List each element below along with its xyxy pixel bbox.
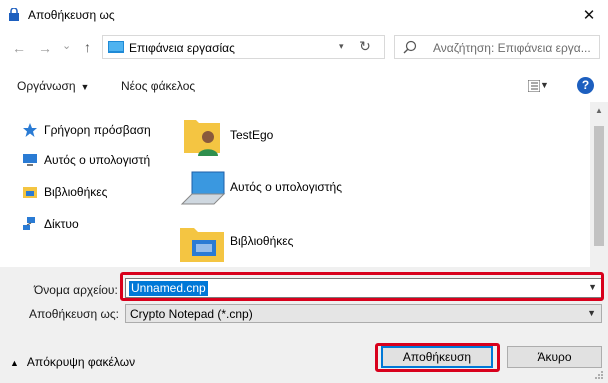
chevron-down-icon: ▼ [587,308,596,318]
view-options-icon[interactable] [528,80,540,92]
refresh-button[interactable]: ↻ [354,38,376,56]
computer-icon [23,154,37,166]
highlight-box [120,272,604,301]
lock-icon [9,8,19,21]
chevron-down-icon: ▼ [80,82,90,92]
search-placeholder: Αναζήτηση: Επιφάνεια εργα... [433,41,591,55]
up-button[interactable]: ↑ [84,38,91,56]
sidebar-item-libraries[interactable]: Βιβλιοθήκες [22,184,107,200]
hide-folders-label: Απόκρυψη φακέλων [26,355,136,369]
title-bar: Αποθήκευση ως ✕ [0,0,608,30]
command-bar [0,70,608,100]
organize-label: Οργάνωση [17,79,76,93]
address-path: Επιφάνεια εργασίας [129,41,235,55]
scrollbar-thumb[interactable] [594,126,604,246]
resize-grip-icon[interactable] [594,370,604,380]
chevron-down-icon[interactable]: ▾ [339,41,344,52]
hide-folders-button[interactable]: ▲ Απόκρυψη φακέλων [10,355,135,369]
forward-button[interactable]: → [38,39,52,57]
chevron-up-icon[interactable]: ▲ [595,106,603,115]
filename-label: Όνομα αρχείου: [34,283,118,297]
highlight-box [375,343,500,372]
close-button[interactable]: ✕ [570,0,608,30]
cancel-button[interactable]: Άκυρο [507,346,602,368]
star-icon [23,123,37,137]
list-item-label: TestEgo [230,128,274,142]
sidebar-item-network[interactable]: Δίκτυο [22,216,79,232]
sidebar-item-quick-access[interactable]: Γρήγορη πρόσβαση [22,122,151,138]
sidebar-item-label: Δίκτυο [44,217,79,231]
organize-menu[interactable]: Οργάνωση ▼ [17,79,89,93]
filetype-value: Crypto Notepad (*.cnp) [130,307,253,321]
filetype-label: Αποθήκευση ως: [29,307,119,321]
list-item-label: Αυτός ο υπολογιστής [230,180,342,194]
help-button[interactable]: ? [577,77,594,94]
search-icon [403,40,417,54]
chevron-down-icon[interactable]: ▼ [540,80,549,90]
window-title: Αποθήκευση ως [28,8,115,22]
file-list: TestEgo Αυτός ο υπολογιστής Βιβλιοθήκες [160,102,590,267]
back-button[interactable]: ← [12,39,26,57]
computer-icon [180,171,226,205]
search-box[interactable]: Αναζήτηση: Επιφάνεια εργα... [394,35,600,59]
list-item-label: Βιβλιοθήκες [230,234,294,248]
sidebar-item-label: Βιβλιοθήκες [44,185,108,199]
network-icon [23,217,35,230]
filetype-select[interactable]: Crypto Notepad (*.cnp) ▼ [125,304,602,323]
new-folder-button[interactable]: Νέος φάκελος [121,79,195,93]
scrollbar[interactable]: ▲ [590,102,608,267]
navigation-pane: Γρήγορη πρόσβαση Αυτός ο υπολογιστή Βιβλ… [0,102,158,267]
recent-locations-button[interactable]: ⌄ [62,37,71,55]
user-folder-icon [184,120,220,156]
chevron-up-icon: ▲ [10,358,19,368]
sidebar-item-label: Αυτός ο υπολογιστή [44,153,151,167]
library-icon [23,187,37,198]
library-folder-icon [180,228,224,262]
sidebar-item-this-pc[interactable]: Αυτός ο υπολογιστή [22,152,150,168]
sidebar-item-label: Γρήγορη πρόσβαση [44,123,151,137]
desktop-icon [108,41,124,53]
